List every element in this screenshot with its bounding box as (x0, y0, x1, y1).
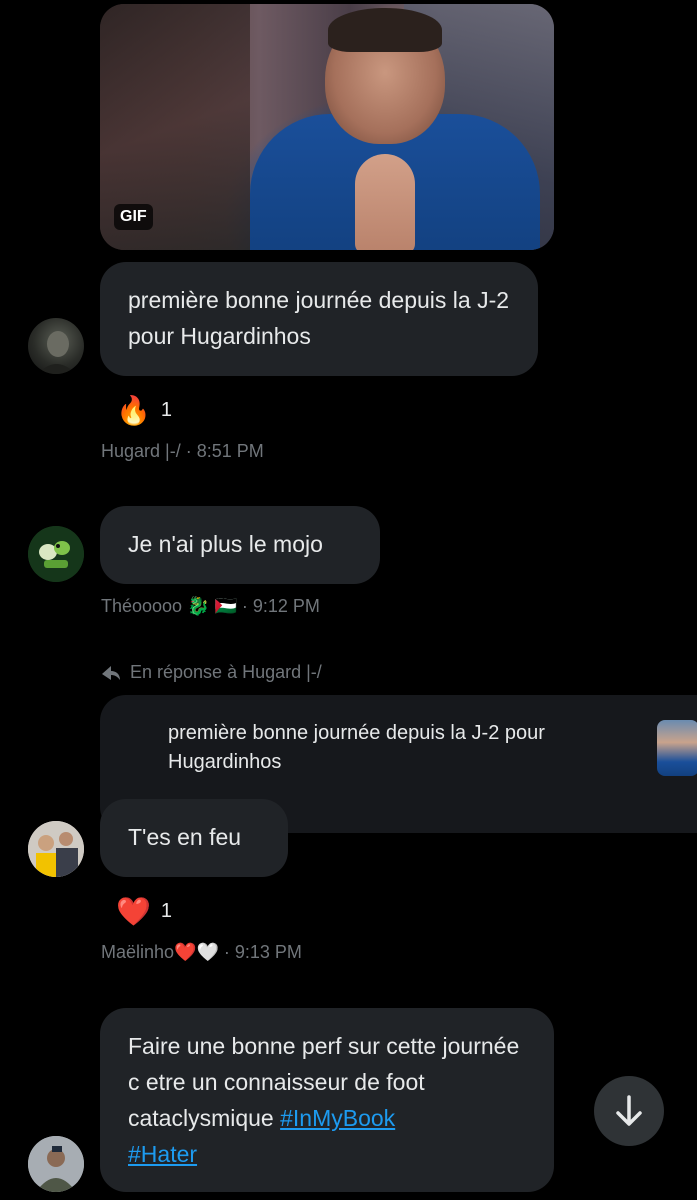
gif-badge: GIF (114, 204, 153, 230)
reaction-count: 1 (160, 900, 172, 922)
heart-emoji: ❤️ (116, 895, 151, 928)
gif-media[interactable]: GIF (100, 4, 554, 250)
avatar-image (28, 1136, 84, 1192)
quoted-text: première bonne journée depuis la J-2 pou… (168, 722, 545, 773)
arrow-down-icon (616, 1095, 642, 1126)
message-meta: Théooooo 🐉 🇵🇸 · 9:12 PM (101, 596, 320, 616)
message-meta: Maëlinho❤️🤍 · 9:13 PM (101, 942, 302, 962)
reply-context[interactable]: En réponse à Hugard |-/ (100, 662, 322, 683)
avatar-image (38, 331, 76, 374)
hashtag-link[interactable]: #Hater (128, 1141, 197, 1167)
hashtag-link[interactable]: #InMyBook (280, 1105, 395, 1131)
fire-emoji: 🔥 (116, 394, 151, 427)
gif-figure-hands (355, 154, 415, 250)
message-meta: Hugard |-/ · 8:51 PM (101, 441, 264, 461)
avatar[interactable] (28, 821, 84, 877)
reaction-count: 1 (160, 399, 172, 421)
message-text: T'es en feu (128, 824, 242, 850)
message-bubble[interactable]: T'es en feu (100, 799, 288, 877)
avatar-image (28, 526, 84, 582)
reply-label: En réponse à Hugard |-/ (130, 662, 322, 682)
message-bubble[interactable]: Faire une bonne perf sur cette journée c… (100, 1008, 554, 1192)
avatar[interactable] (28, 1136, 84, 1192)
message-text: Je n'ai plus le mojo (128, 531, 323, 557)
reaction-chip[interactable]: ❤️ 1 (116, 895, 172, 928)
message-bubble[interactable]: première bonne journée depuis la J-2 pou… (100, 262, 538, 376)
quoted-thumbnail (657, 720, 697, 776)
avatar-image (28, 821, 84, 877)
gif-figure-hair (328, 8, 442, 52)
avatar[interactable] (28, 526, 84, 582)
scroll-to-bottom-button[interactable] (594, 1076, 664, 1146)
message-bubble[interactable]: Je n'ai plus le mojo (100, 506, 380, 584)
reply-arrow-icon (102, 665, 120, 680)
avatar[interactable] (28, 318, 84, 374)
reaction-chip[interactable]: 🔥 1 (116, 394, 172, 427)
message-text: première bonne journée depuis la J-2 pou… (128, 287, 510, 349)
